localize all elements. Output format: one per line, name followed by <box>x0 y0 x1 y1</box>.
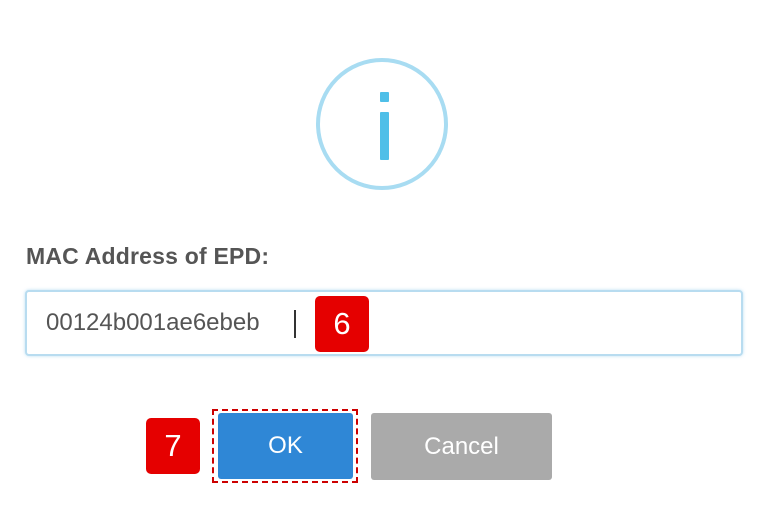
text-cursor <box>294 310 296 338</box>
info-icon-bar <box>380 112 389 160</box>
mac-address-input[interactable] <box>25 290 743 356</box>
mac-address-label: MAC Address of EPD: <box>26 243 270 269</box>
mac-address-dialog: MAC Address of EPD: 6 7 OK Cancel <box>0 0 770 509</box>
step-badge-7: 7 <box>146 418 200 474</box>
cancel-button[interactable]: Cancel <box>371 413 552 480</box>
info-icon-dot <box>380 92 389 102</box>
step-badge-6: 6 <box>315 296 369 352</box>
info-icon <box>316 58 448 190</box>
ok-button[interactable]: OK <box>218 413 353 479</box>
